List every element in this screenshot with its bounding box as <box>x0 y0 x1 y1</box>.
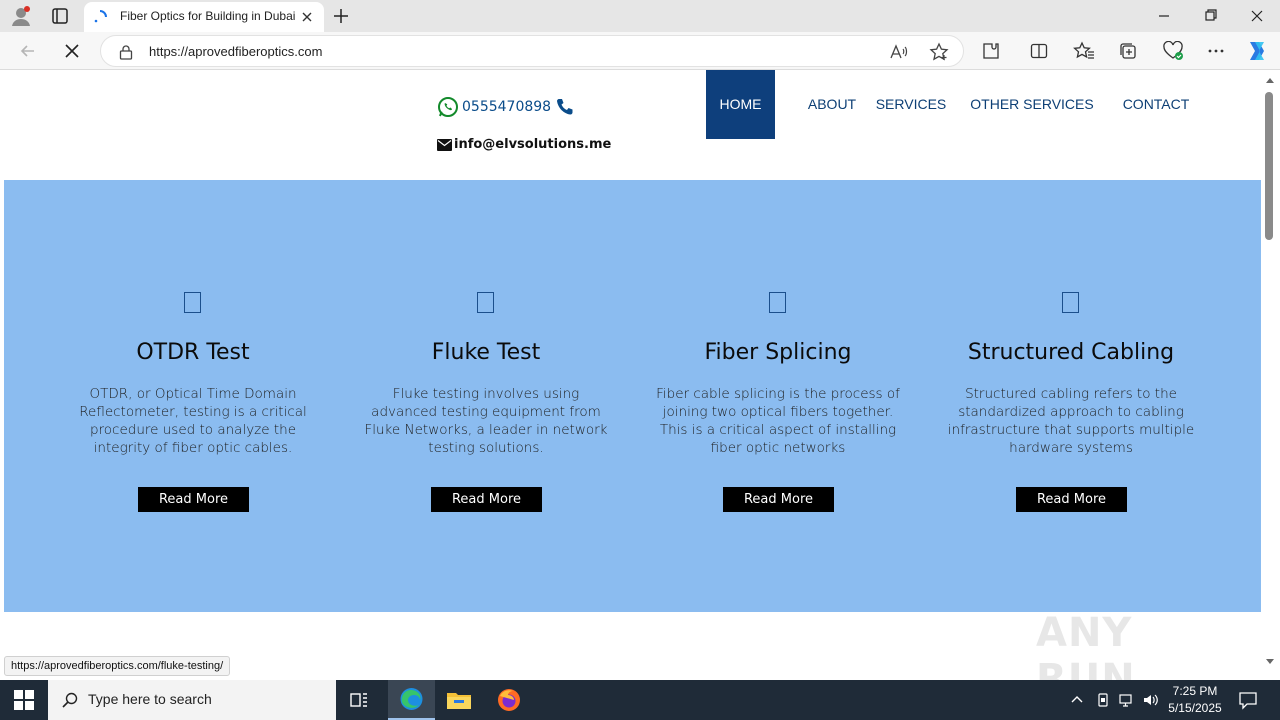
browser-tab-bar: Fiber Optics for Building in Dubai <box>0 0 1280 32</box>
split-screen-icon[interactable] <box>1029 41 1049 61</box>
windows-taskbar: Type here to search 7:25 PM 5/15/2025 <box>0 680 1280 720</box>
email-address[interactable]: info@elvsolutions.me <box>454 137 611 152</box>
read-aloud-icon[interactable] <box>889 43 909 61</box>
nav-item-services[interactable]: SERVICES <box>871 70 951 139</box>
missing-glyph-icon <box>184 292 201 313</box>
firefox-icon[interactable] <box>496 687 522 713</box>
missing-glyph-icon <box>769 292 786 313</box>
service-description: OTDR, or Optical Time Domain Reflectomet… <box>79 386 307 456</box>
service-title: OTDR Test <box>136 340 250 365</box>
browser-essentials-icon[interactable] <box>1162 41 1184 61</box>
service-card: Fluke Test Fluke testing involves using … <box>356 180 616 612</box>
browser-tab-active[interactable]: Fiber Optics for Building in Dubai <box>84 2 324 32</box>
device-icon[interactable] <box>1095 692 1111 708</box>
copilot-icon[interactable] <box>1244 39 1270 63</box>
service-description: Fiber cable splicing is the process of j… <box>656 386 900 456</box>
more-options-icon[interactable] <box>1206 41 1226 61</box>
close-tab-icon[interactable] <box>300 10 314 24</box>
service-card: Structured Cabling Structured cabling re… <box>941 180 1201 612</box>
service-title: Fluke Test <box>431 340 541 365</box>
favorites-icon[interactable] <box>1073 41 1095 61</box>
page-scrollbar[interactable] <box>1261 70 1280 680</box>
clock-date: 5/15/2025 <box>1168 701 1222 715</box>
nav-item-contact[interactable]: CONTACT <box>1116 70 1196 139</box>
taskbar-clock[interactable]: 7:25 PM 5/15/2025 <box>1164 683 1226 717</box>
link-status-bubble: https://aprovedfiberoptics.com/fluke-tes… <box>4 656 231 676</box>
page-viewport: 0555470898 info@elvsolutions.me HOME ABO… <box>4 70 1261 680</box>
clock-time: 7:25 PM <box>1172 684 1218 698</box>
nav-item-other-services[interactable]: OTHER SERVICES <box>966 70 1098 139</box>
envelope-icon <box>437 138 452 151</box>
extensions-icon[interactable] <box>981 41 1001 61</box>
lock-icon[interactable] <box>119 44 133 60</box>
file-explorer-icon[interactable] <box>446 689 472 711</box>
back-arrow-icon[interactable] <box>18 41 38 61</box>
read-more-button[interactable]: Read More <box>1016 487 1127 512</box>
edge-taskbar-icon[interactable] <box>388 680 435 720</box>
url-field[interactable]: https://aprovedfiberoptics.com <box>100 35 964 67</box>
services-section: OTDR Test OTDR, or Optical Time Domain R… <box>4 180 1261 612</box>
workspaces-icon[interactable] <box>50 6 70 26</box>
url-text: https://aprovedfiberoptics.com <box>149 44 323 59</box>
missing-glyph-icon <box>1062 292 1079 313</box>
phone-icon <box>555 97 575 117</box>
show-hidden-icons-icon[interactable] <box>1070 694 1084 704</box>
scroll-down-arrow-icon[interactable] <box>1265 658 1275 666</box>
service-description: Structured cabling refers to the standar… <box>947 386 1195 456</box>
read-more-button[interactable]: Read More <box>138 487 249 512</box>
search-placeholder: Type here to search <box>88 691 212 707</box>
phone-contact[interactable]: 0555470898 <box>437 96 575 122</box>
loading-favicon-icon <box>92 9 108 25</box>
read-more-button[interactable]: Read More <box>723 487 834 512</box>
service-description: Fluke testing involves using advanced te… <box>364 386 608 456</box>
missing-glyph-icon <box>477 292 494 313</box>
favorite-star-icon[interactable] <box>929 42 949 62</box>
scrollbar-thumb[interactable] <box>1265 92 1273 240</box>
stop-loading-icon[interactable] <box>62 41 82 61</box>
scroll-up-arrow-icon[interactable] <box>1265 76 1275 84</box>
service-title: Fiber Splicing <box>704 340 852 365</box>
volume-icon[interactable] <box>1142 692 1160 708</box>
service-card: OTDR Test OTDR, or Optical Time Domain R… <box>63 180 323 612</box>
site-header: 0555470898 info@elvsolutions.me HOME ABO… <box>4 70 1261 180</box>
tab-title: Fiber Optics for Building in Dubai <box>120 9 296 23</box>
notifications-icon[interactable] <box>1238 690 1258 710</box>
minimize-icon[interactable] <box>1152 8 1176 24</box>
read-more-button[interactable]: Read More <box>431 487 542 512</box>
anyrun-watermark: ANY RUN <box>1036 610 1136 702</box>
windows-start-icon[interactable] <box>14 690 34 710</box>
new-tab-icon[interactable] <box>331 6 351 26</box>
nav-item-home[interactable]: HOME <box>706 70 775 139</box>
close-window-icon[interactable] <box>1245 8 1269 24</box>
whatsapp-icon[interactable] <box>437 96 459 118</box>
task-view-icon[interactable] <box>348 690 370 710</box>
search-icon <box>62 692 78 708</box>
collections-icon[interactable] <box>1118 41 1138 61</box>
nav-item-about[interactable]: ABOUT <box>789 70 875 139</box>
restore-icon[interactable] <box>1198 8 1222 24</box>
email-contact[interactable]: info@elvsolutions.me <box>437 134 611 153</box>
taskbar-search-input[interactable]: Type here to search <box>48 680 336 720</box>
service-card: Fiber Splicing Fiber cable splicing is t… <box>648 180 908 612</box>
phone-number[interactable]: 0555470898 <box>462 99 551 115</box>
network-icon[interactable] <box>1118 692 1136 708</box>
service-title: Structured Cabling <box>967 340 1175 365</box>
profile-icon[interactable] <box>10 5 32 27</box>
